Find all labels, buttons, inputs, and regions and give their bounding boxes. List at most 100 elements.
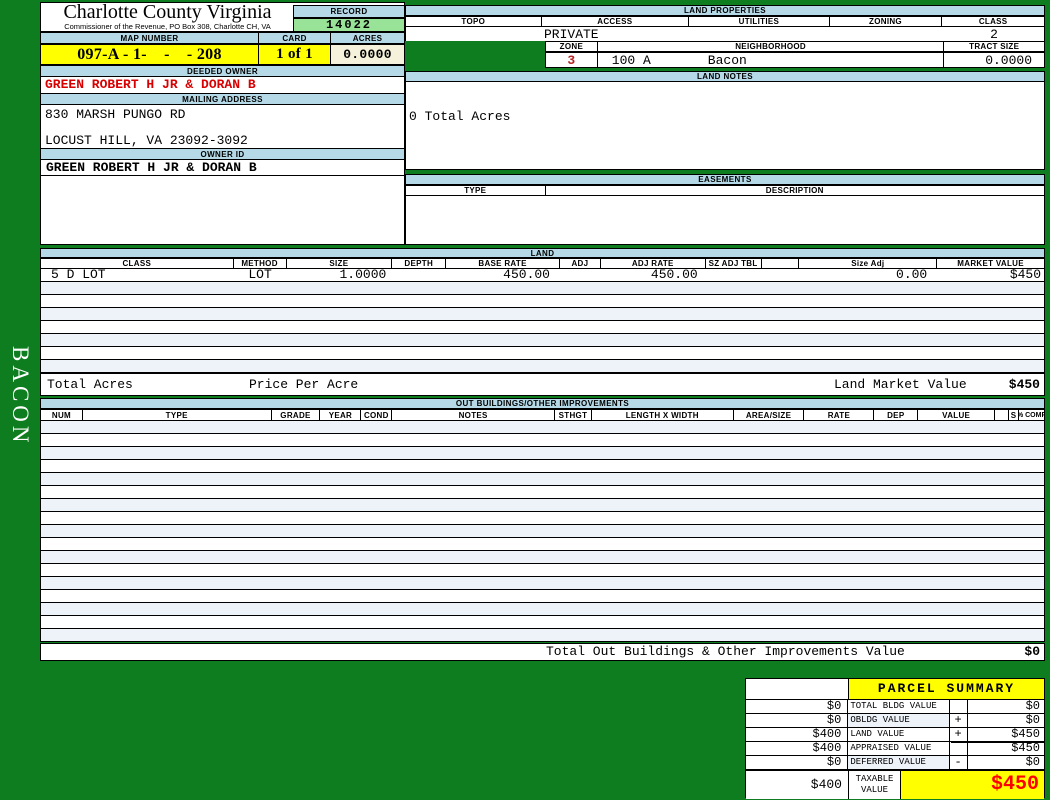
easements-columns: TYPE DESCRIPTION — [405, 185, 1045, 196]
mailing-address-box: 830 MARSH PUNGO RD LOCUST HILL, VA 23092… — [41, 105, 404, 149]
prior-land: $400 — [746, 728, 849, 741]
map-header-row: MAP NUMBER CARD ACRES — [40, 32, 405, 44]
parcel-summary-header: PARCEL SUMMARY — [746, 679, 1044, 700]
sidebar-vertical-label: BACON — [8, 346, 33, 447]
op-obldg: + — [950, 714, 968, 727]
out-buildings-total-value: $0 — [1024, 644, 1040, 659]
label-deferred: DEFERRED VALUE — [848, 756, 950, 769]
out-buildings-empty-rows — [40, 421, 1045, 642]
op-appraised — [950, 742, 968, 755]
land-col-sz-adj-tbl: SZ ADJ TBL — [706, 259, 762, 268]
op-land: + — [950, 728, 968, 741]
tract-size-value: 0.0000 — [985, 53, 1033, 68]
out-buildings-columns: NUM TYPE GRADE YEAR COND NOTES STHGT LEN… — [40, 409, 1045, 421]
record-label: RECORD — [293, 5, 405, 18]
land-col-size: SIZE — [287, 259, 393, 268]
value-deferred: $0 — [1025, 756, 1040, 769]
land-empty-rows — [40, 282, 1045, 373]
label-total-bldg: TOTAL BLDG VALUE — [848, 700, 950, 713]
summary-row-total-bldg: $0 TOTAL BLDG VALUE $0 — [746, 700, 1044, 714]
land-cell-market-value: $450 — [1009, 269, 1042, 281]
empty-row — [41, 603, 1044, 616]
empty-row — [41, 590, 1044, 603]
county-title: Charlotte County Virginia — [63, 1, 272, 23]
ob-col-s: S — [1009, 410, 1020, 420]
easement-type-label: TYPE — [406, 186, 546, 195]
empty-row — [41, 295, 1044, 308]
empty-row — [41, 525, 1044, 538]
col-topo: TOPO — [406, 17, 542, 26]
summary-row-appraised: $400 APPRAISED VALUE $450 — [746, 742, 1044, 756]
property-record-page: BACON Charlotte County Virginia Commissi… — [0, 0, 1050, 800]
tract-size-label: TRACT SIZE — [969, 42, 1020, 51]
deeded-owner-value: GREEN ROBERT H JR & DORAN B — [41, 77, 404, 94]
ob-col-blank — [995, 410, 1010, 420]
empty-row — [41, 308, 1044, 321]
land-col-adj: ADJ — [560, 259, 601, 268]
owner-id-label: OWNER ID — [41, 149, 404, 160]
summary-row-land: $400 LAND VALUE + $450 — [746, 728, 1044, 742]
land-cell-adj — [560, 269, 601, 281]
empty-row — [41, 577, 1044, 590]
empty-row — [41, 629, 1044, 642]
empty-row — [41, 538, 1044, 551]
summary-prior-header — [746, 679, 849, 699]
land-totals-row: Total Acres Price Per Acre Land Market V… — [40, 373, 1045, 396]
land-col-market-value: MARKET VALUE — [957, 259, 1024, 268]
empty-row — [41, 282, 1044, 295]
land-notes-box: 0 Total Acres — [405, 82, 1045, 170]
zone-value: 3 — [546, 53, 598, 67]
map-number-label: MAP NUMBER — [41, 33, 259, 43]
ob-col-cond: COND — [361, 410, 393, 420]
ob-col-notes: NOTES — [392, 410, 555, 420]
land-section-label: LAND — [40, 248, 1045, 258]
land-cell-base-rate: 450.00 — [503, 269, 550, 281]
zone-value-row: 3 100 A Bacon 0.0000 — [545, 52, 1045, 68]
taxable-value: $450 — [901, 771, 1044, 799]
empty-row — [41, 334, 1044, 347]
op-deferred: - — [950, 756, 968, 769]
op-total-bldg — [950, 700, 968, 713]
summary-row-taxable: $400 TAXABLE VALUE $450 — [746, 770, 1044, 799]
title-strip: Charlotte County Virginia Commissioner o… — [40, 2, 405, 32]
value-appraised: $450 — [1011, 742, 1040, 755]
empty-row — [41, 512, 1044, 525]
land-columns: CLASS METHOD SIZE DEPTH BASE RATE ADJ AD… — [40, 258, 1045, 269]
card-label: CARD — [259, 33, 331, 43]
prior-obldg: $0 — [746, 714, 849, 727]
prior-total-bldg: $0 — [746, 700, 849, 713]
empty-row — [41, 321, 1044, 334]
empty-row — [41, 473, 1044, 486]
county-header: Charlotte County Virginia Commissioner o… — [41, 1, 294, 33]
acres-label: ACRES — [352, 33, 383, 43]
col-access: ACCESS — [542, 17, 690, 26]
class-value: 2 — [990, 27, 998, 42]
label-appraised: APPRAISED VALUE — [848, 742, 950, 755]
land-col-base-rate: BASE RATE — [446, 259, 560, 268]
empty-row — [41, 499, 1044, 512]
zone-label: ZONE — [546, 42, 598, 51]
ob-col-year: YEAR — [320, 410, 362, 420]
land-cell-size-adj: 0.00 — [896, 269, 928, 281]
label-taxable: TAXABLE VALUE — [849, 771, 901, 799]
easements-box — [405, 196, 1045, 245]
owner-block: DEEDED OWNER GREEN ROBERT H JR & DORAN B… — [40, 65, 405, 245]
prior-deferred: $0 — [746, 756, 849, 769]
neighborhood-label: NEIGHBORHOOD — [598, 42, 945, 51]
land-cell-sz-adj-tbl — [706, 269, 762, 281]
value-total-bldg: $0 — [1025, 700, 1040, 713]
land-col-class: CLASS — [41, 259, 234, 268]
empty-row — [41, 486, 1044, 499]
map-value-row: 097-A - 1- - - 208 1 of 1 0.0000 — [40, 44, 405, 65]
ob-col-pct-comp: % COMP — [1019, 411, 1044, 419]
easements-section-label: EASEMENTS — [405, 174, 1045, 185]
land-data-row: 5 D LOT LOT 1.0000 450.00 450.00 0.00 $4… — [40, 269, 1045, 282]
empty-row — [41, 616, 1044, 629]
prior-taxable: $400 — [746, 771, 849, 799]
out-buildings-section-label: OUT BUILDINGS/OTHER IMPROVEMENTS — [40, 398, 1045, 409]
ob-col-grade: GRADE — [272, 410, 321, 420]
land-notes-text: 0 Total Acres — [409, 109, 511, 124]
summary-row-deferred: $0 DEFERRED VALUE - $0 — [746, 756, 1044, 770]
land-properties-columns: TOPO ACCESS UTILITIES ZONING CLASS — [405, 16, 1045, 27]
land-col-depth: DEPTH — [392, 259, 447, 268]
